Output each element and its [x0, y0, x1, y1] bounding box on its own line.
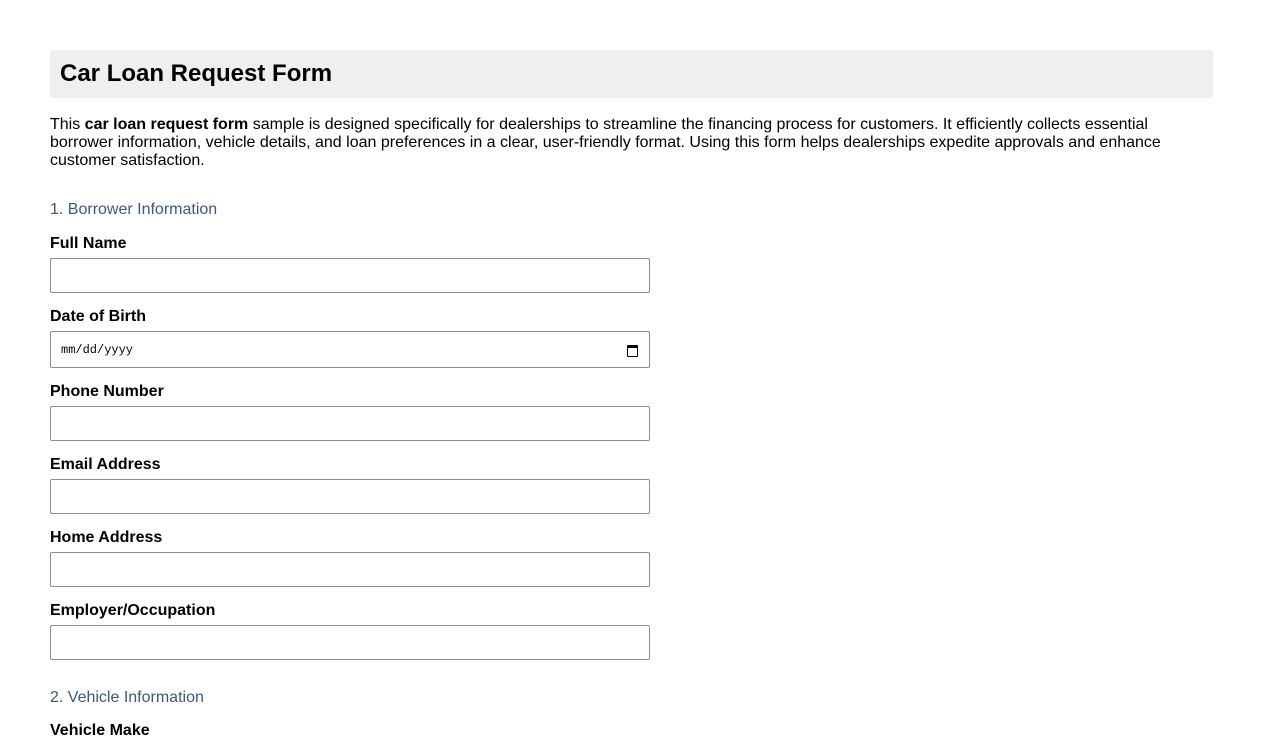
email-input[interactable] [50, 479, 650, 514]
home-address-label: Home Address [50, 529, 163, 546]
form-intro: This car loan request form sample is des… [50, 116, 1180, 170]
dob-label: Date of Birth [50, 308, 146, 325]
vehicle-make-label: Vehicle Make [50, 722, 150, 736]
calendar-icon[interactable] [627, 344, 639, 357]
phone-input[interactable] [50, 406, 650, 441]
section-heading-vehicle: 2. Vehicle Information [50, 689, 204, 706]
home-address-input[interactable] [50, 552, 650, 587]
form-title: Car Loan Request Form [60, 60, 333, 87]
intro-bold-text: car loan request form [84, 116, 249, 133]
dob-input[interactable]: mm/dd/yyyy [50, 331, 650, 368]
section-heading-borrower: 1. Borrower Information [50, 201, 218, 218]
intro-text-start: This [50, 116, 85, 133]
form-title-bar: Car Loan Request Form [50, 50, 1213, 98]
employer-label: Employer/Occupation [50, 602, 216, 619]
employer-input[interactable] [50, 625, 650, 660]
dob-placeholder: mm/dd/yyyy [61, 342, 134, 357]
full-name-input[interactable] [50, 258, 650, 293]
form-page: Car Loan Request Form This car loan requ… [50, 50, 1213, 170]
full-name-label: Full Name [50, 235, 127, 252]
phone-label: Phone Number [50, 383, 164, 400]
email-label: Email Address [50, 456, 161, 473]
